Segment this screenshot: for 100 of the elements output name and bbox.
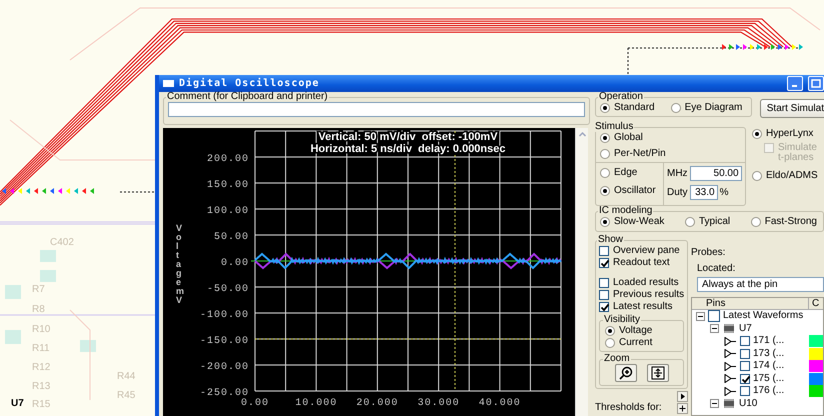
unit-label: % [720,186,728,198]
checkbox[interactable] [599,246,609,256]
buffer-icon [724,374,737,384]
group-label: Zoom [603,354,631,364]
radio-button[interactable] [600,186,610,196]
radio-label: Voltage [619,325,652,337]
scroll-right-button[interactable] [677,391,688,402]
field-label: Located: [697,263,736,274]
checkbox[interactable] [599,290,609,300]
buffer-icon [724,362,737,371]
x-tick-label: 20.000 [356,398,398,409]
radio-button[interactable] [750,217,761,227]
checkbox-label: Simulate t-planes [778,143,818,163]
radio-label: Eye Diagram [684,102,742,114]
y-tick-label: -50.00 [206,284,249,295]
start-simulation-button[interactable]: Start Simulat [760,99,824,118]
play-icon [679,393,686,400]
radio-label: HyperLynx [766,128,814,140]
radio-label: Oscillator [614,185,656,197]
radio-button[interactable] [600,168,610,178]
y-tick-label: -100.00 [200,310,249,321]
radio-button[interactable] [605,338,615,348]
field-label: Duty [667,186,688,198]
y-tick-label: 150.00 [206,180,249,191]
group-label: Operation [598,92,644,102]
component-label: R8 [32,304,45,316]
chip-icon [722,324,736,334]
expander-icon[interactable] [696,312,705,321]
tree-item-label[interactable]: 171 (... [753,335,784,348]
y-tick-label: -150.00 [200,336,249,347]
radio-button[interactable] [605,326,615,336]
minimize-button[interactable] [787,76,803,91]
maximize-button[interactable] [808,76,824,91]
x-tick-label: 40.000 [478,398,521,409]
checkbox-label: Loaded results [613,277,679,289]
checkbox[interactable] [599,302,609,312]
x-tick-label: 0.00 [241,398,269,409]
radio-button[interactable] [600,103,610,113]
buffer-icon [724,336,737,346]
column-header[interactable]: C [809,298,823,309]
fit-view-button[interactable] [646,364,668,382]
tree-item-label[interactable]: 175 (... [753,372,784,385]
column-header[interactable]: Pins [692,298,809,309]
radio-button[interactable] [685,217,695,227]
vertical-scrollbar[interactable] [575,128,588,416]
cursor-line[interactable] [454,130,456,392]
checkbox-label: Overview pane [613,245,680,257]
checkbox[interactable] [708,310,720,322]
frequency-field[interactable]: 50.00 [690,166,742,181]
radio-button[interactable] [600,217,610,227]
checkbox-label: Previous results [613,289,684,301]
radio-button[interactable] [600,149,610,159]
zoom-in-button[interactable] [614,364,636,382]
x-tick-label: 10.000 [295,398,338,409]
checkbox[interactable] [740,374,750,384]
y-tick-label: 50.00 [214,232,249,243]
radio-label: Slow-Weak [614,216,664,228]
tree-item-label[interactable]: 174 (... [753,360,784,372]
radio-button[interactable] [670,103,681,113]
component-label: R15 [32,399,50,411]
plus-icon [679,405,686,412]
expander-icon[interactable] [710,324,719,334]
radio-label: Edge [614,167,638,179]
field-label: MHz [667,168,688,180]
tree-item-label[interactable]: U10 [739,398,758,410]
section-label: Thresholds for: [595,402,662,414]
group-label: Show [597,235,624,245]
tree-item-label[interactable]: Latest Waveforms [723,310,804,322]
radio-label: Current [619,337,652,349]
radio-label: Fast-Strong [764,216,817,228]
tree-item-label[interactable]: U7 [739,322,752,335]
fit-view-icon [650,366,664,380]
section-label: Probes: [691,247,726,258]
chip-icon [722,399,736,408]
expander-icon[interactable] [710,399,719,408]
comment-field[interactable] [168,102,585,117]
tree-item-label[interactable]: 173 (... [753,348,784,360]
component-label: R7 [32,284,45,296]
checkbox[interactable] [599,258,609,268]
window-title: Digital Oscilloscope [179,78,320,90]
group-label: Stimulus [594,122,634,132]
duty-field[interactable]: 33.0 [690,185,718,200]
probe-location-dropdown[interactable]: Always at the pin [697,277,824,292]
checkbox[interactable] [740,348,750,359]
radio-label: Typical [699,216,730,228]
radio-button[interactable] [600,133,610,143]
component-label: C402 [50,237,74,249]
checkbox[interactable] [740,336,750,346]
tree-item-label[interactable]: 176 (... [753,385,784,398]
buffer-icon [724,386,737,396]
buffer-icon [724,349,737,358]
checkbox[interactable] [740,386,750,396]
component-label: R13 [32,381,50,393]
radio-button[interactable] [752,129,762,139]
checkbox[interactable] [740,361,750,372]
add-button[interactable] [677,403,688,414]
radio-button[interactable] [752,171,762,181]
y-tick-label: -250.00 [200,388,249,399]
checkbox[interactable] [599,278,609,288]
component-label: R12 [32,362,50,374]
